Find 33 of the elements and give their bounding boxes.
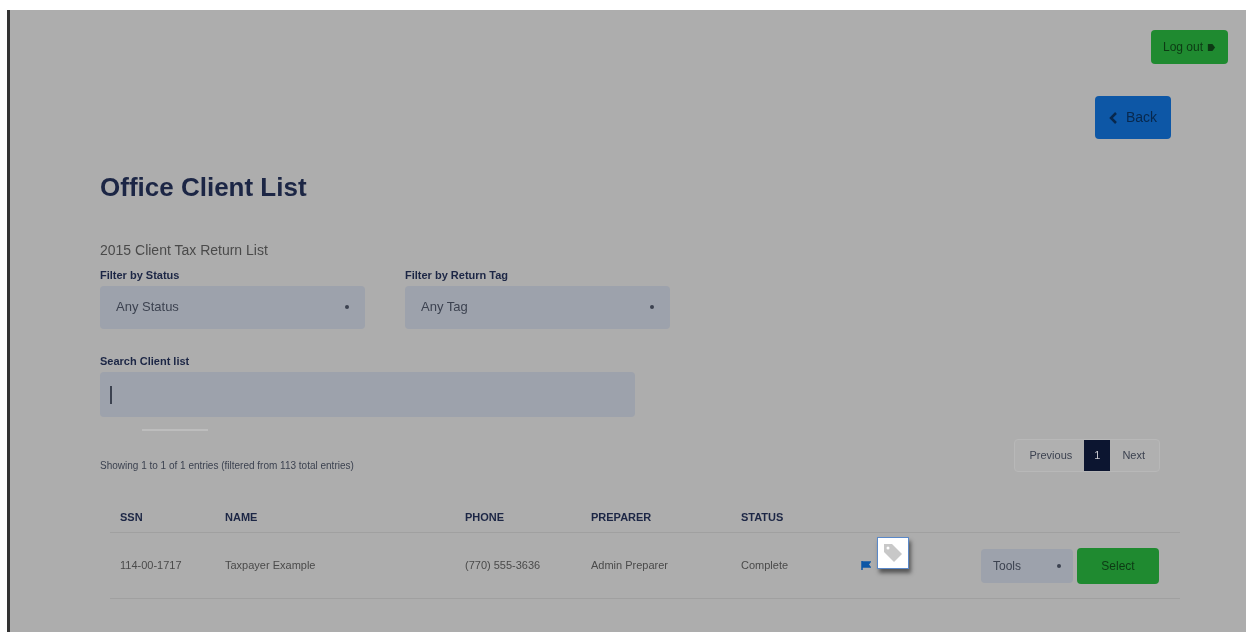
- search-field[interactable]: [100, 372, 635, 417]
- previous-button[interactable]: Previous: [1021, 447, 1081, 464]
- table-cell-text: Admin Preparer: [591, 558, 670, 574]
- table-cell-text: Taxpayer Example: [225, 558, 317, 574]
- filter-label: Filter by Return Tag: [405, 268, 510, 283]
- next-button[interactable]: Next: [1114, 447, 1153, 464]
- page-title: Office Client List: [100, 174, 308, 200]
- caret-icon: [345, 305, 349, 309]
- select-button[interactable]: Select: [1077, 547, 1159, 584]
- logout-icon: [1207, 42, 1216, 52]
- chevron-left-icon: [1108, 111, 1118, 124]
- entries-info: Showing 1 to 1 of 1 entries (filtered from 113 total entries): [100, 459, 354, 473]
- column-header: STATUS: [741, 510, 785, 526]
- table-cell-text: (770) 555-3636: [465, 558, 542, 574]
- text-cursor: [110, 385, 112, 404]
- caret-icon: [1057, 563, 1061, 568]
- filter-label: Filter by Status: [100, 268, 181, 283]
- table-cell-text: 114-00-1717: [120, 558, 183, 574]
- logout-button[interactable]: Log out: [1150, 30, 1228, 64]
- column-header: PREPARER: [591, 510, 653, 526]
- table-cell-text: Complete: [741, 558, 790, 574]
- subtitle: 2015 Client Tax Return List: [100, 241, 269, 260]
- tools-dropdown[interactable]: Tools: [981, 548, 1073, 583]
- column-header: NAME: [225, 510, 259, 526]
- filter-dropdown[interactable]: Any Tag: [405, 285, 670, 329]
- page-button[interactable]: 1: [1084, 440, 1111, 471]
- filter-dropdown[interactable]: Any Status: [100, 285, 365, 329]
- caret-icon: [650, 305, 654, 309]
- back-button[interactable]: Back: [1094, 96, 1171, 139]
- column-header: SSN: [120, 510, 144, 526]
- column-header: PHONE: [465, 510, 506, 526]
- tag-icon[interactable]: [882, 541, 904, 564]
- search-label: Search Client list: [100, 353, 191, 369]
